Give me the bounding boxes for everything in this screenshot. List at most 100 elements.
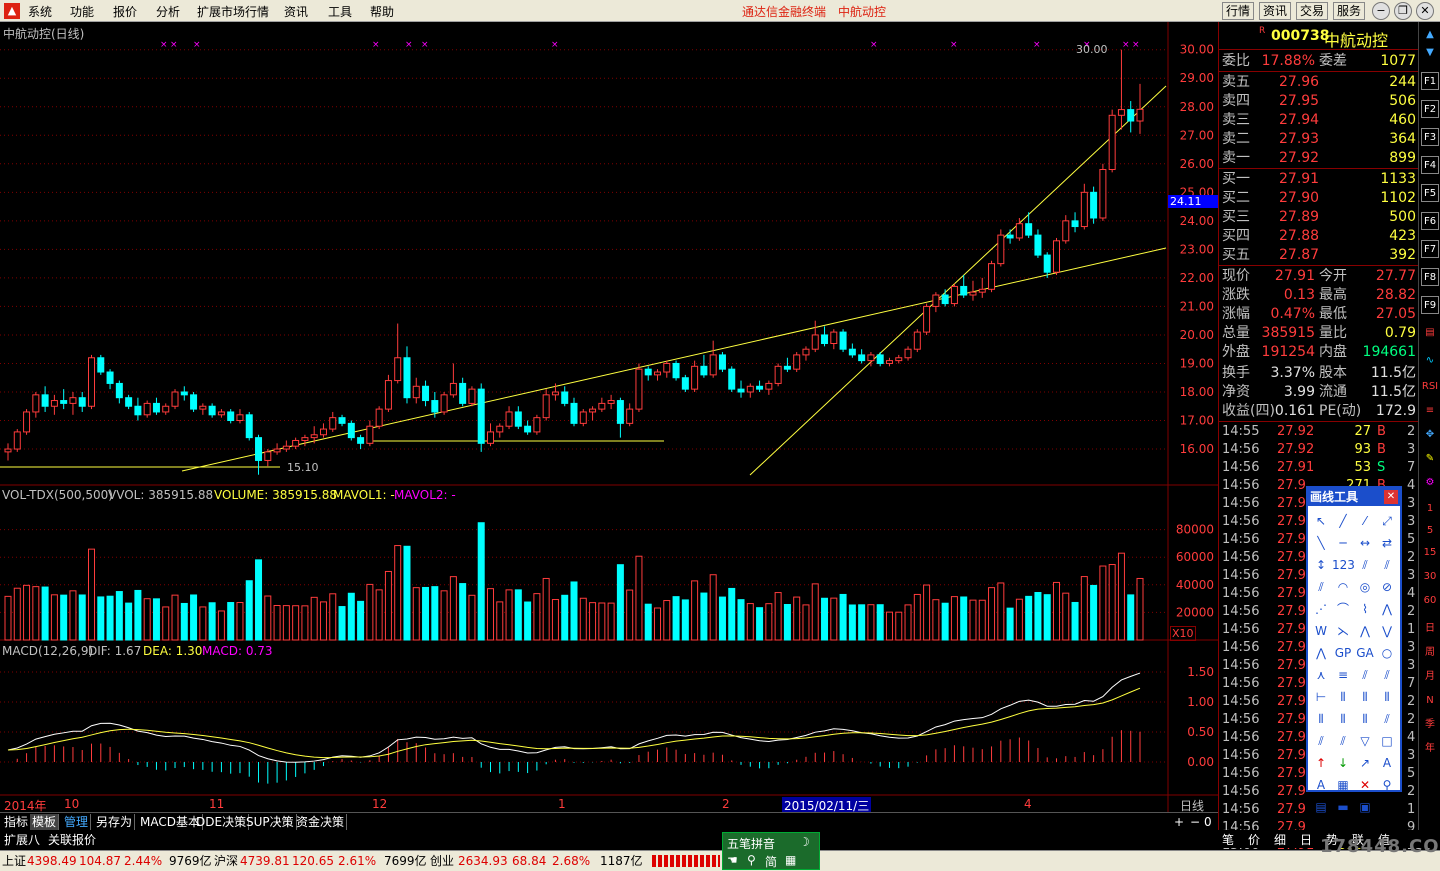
menu-tools[interactable]: 工具	[328, 3, 352, 20]
drawing-tool-icon[interactable]: ⦀	[1310, 708, 1332, 730]
drawing-tool-icon[interactable]: ⫽	[1332, 730, 1354, 752]
menu-analysis[interactable]: 分析	[156, 3, 180, 20]
drawing-tool-icon[interactable]: ⋏	[1310, 664, 1332, 686]
lines-icon[interactable]: ≡	[1421, 402, 1439, 420]
drawing-tool-icon[interactable]: 123	[1332, 554, 1355, 576]
zoom-out-icon[interactable]: −	[1188, 814, 1202, 830]
kline-chart-panel[interactable]: 30.00 29.00 28.00 27.00 26.00 25.00 24.00 23.00…	[0, 22, 1218, 814]
drawing-tool-icon[interactable]: ↔	[1354, 532, 1376, 554]
drawing-tool-icon[interactable]: GP	[1332, 642, 1354, 664]
menu-quote[interactable]: 报价	[113, 3, 137, 20]
drawing-tool-icon[interactable]: ⫽	[1376, 554, 1398, 576]
zoom-in-icon[interactable]: +	[1172, 814, 1186, 830]
menu-news[interactable]: 资讯	[284, 3, 308, 20]
drawing-tool-icon[interactable]: ⇄	[1376, 532, 1398, 554]
drawing-tool-icon[interactable]: ─	[1332, 532, 1354, 554]
tab-fund[interactable]: 资金决策	[294, 814, 348, 830]
drawing-tool-icon[interactable]: GA	[1354, 642, 1376, 664]
drawing-tool-icon[interactable]: ↓	[1332, 752, 1354, 774]
arrow-down-icon[interactable]: ▼	[1421, 44, 1439, 62]
drawing-tool-icon[interactable]: W	[1310, 620, 1332, 642]
menu-extended-market[interactable]: 扩展市场行情	[197, 3, 269, 20]
rsi-icon[interactable]: RSI	[1421, 378, 1439, 396]
drawing-tool-icon[interactable]: ⋀	[1376, 598, 1398, 620]
drawing-tool-icon[interactable]: ▤	[1310, 796, 1332, 818]
drawing-tool-icon[interactable]: ⚲	[1376, 774, 1398, 796]
moon-icon[interactable]: ☽	[799, 835, 810, 849]
drawing-tool-icon[interactable]: ⦀	[1332, 708, 1354, 730]
period-30-icon[interactable]: 30	[1421, 568, 1439, 586]
service-tab-button[interactable]: 服务	[1333, 2, 1366, 20]
wave-icon[interactable]: ∿	[1421, 352, 1439, 370]
period-1-icon[interactable]: 1	[1421, 500, 1439, 518]
f2-icon[interactable]: F2	[1421, 100, 1439, 118]
drawing-tool-icon[interactable]: ↑	[1310, 752, 1332, 774]
ime-mode[interactable]: 简	[765, 853, 777, 870]
drawing-tool-icon[interactable]: ⋁	[1376, 620, 1398, 642]
drawing-tool-icon[interactable]: ↗	[1354, 752, 1376, 774]
search-icon[interactable]: ⚲	[747, 853, 756, 867]
period-15-icon[interactable]: 15	[1421, 544, 1439, 562]
drawing-tool-icon[interactable]: ◎	[1354, 576, 1376, 598]
ime-title[interactable]: 五笔拼音	[727, 835, 775, 852]
drawing-tool-icon[interactable]: ⋀	[1310, 642, 1332, 664]
tab-price[interactable]: 价	[1248, 831, 1260, 848]
quote-tab-button[interactable]: 行情	[1222, 2, 1255, 20]
f8-icon[interactable]: F8	[1421, 268, 1439, 286]
drawing-tool-icon[interactable]: ⫽	[1376, 664, 1398, 686]
drawing-tool-icon[interactable]: ⋀	[1354, 620, 1376, 642]
f5-icon[interactable]: F5	[1421, 184, 1439, 202]
menu-help[interactable]: 帮助	[370, 3, 394, 20]
period-year-icon[interactable]: 年	[1421, 740, 1439, 758]
f6-icon[interactable]: F6	[1421, 212, 1439, 230]
drawing-tool-icon[interactable]: ⫽	[1310, 576, 1332, 598]
drawing-tool-icon[interactable]: ⦀	[1354, 708, 1376, 730]
drawing-tool-icon[interactable]: ⊘	[1376, 576, 1398, 598]
drawing-tool-icon[interactable]: ⋋	[1332, 620, 1354, 642]
ime-toolbar[interactable]: 五笔拼音 ☽ ☚ ⚲ 简 ▦	[722, 832, 820, 870]
drawing-tool-panel[interactable]: 画线工具 ✕ ↖ ╱ ⁄ ⤢ ╲ ─ ↔ ⇄ ↕ 123 ⫽ ⫽ ⫽ ◠ ◎ ⊘ ⋰ ⌒ ⌇ ⋀ W ⋋ ⋀ ⋁ ⋀ GP GA ○ ⋏…	[1306, 486, 1402, 814]
period-season-icon[interactable]: 季	[1421, 716, 1439, 734]
chart-icon[interactable]: ▤	[1421, 324, 1439, 342]
drawing-tool-icon[interactable]: ≡	[1332, 664, 1354, 686]
drawing-tool-icon[interactable]: ⫽	[1310, 730, 1332, 752]
drawing-tool-icon[interactable]: ▬	[1332, 796, 1354, 818]
drawing-tool-icon[interactable]: ○	[1376, 642, 1398, 664]
tab-dde[interactable]: DDE决策	[194, 814, 250, 830]
tab-sup[interactable]: SUP决策	[244, 814, 297, 830]
drawing-tool-icon[interactable]: ↕	[1310, 554, 1332, 576]
drawing-tool-icon[interactable]: ⌇	[1354, 598, 1376, 620]
zoom-reset-icon[interactable]: 0	[1202, 814, 1214, 830]
tab-manage[interactable]: 管理	[62, 814, 92, 830]
drawing-tool-icon[interactable]	[1376, 796, 1398, 818]
f9-icon[interactable]: F9	[1421, 296, 1439, 314]
period-60-icon[interactable]: 60	[1421, 592, 1439, 610]
drawing-tool-icon[interactable]: ✕	[1354, 774, 1376, 796]
f7-icon[interactable]: F7	[1421, 240, 1439, 258]
close-icon[interactable]: ✕	[1384, 490, 1398, 504]
period-month-icon[interactable]: 月	[1421, 668, 1439, 686]
drawing-tool-icon[interactable]: ⦀	[1332, 686, 1354, 708]
tab-save-as[interactable]: 另存为	[94, 814, 136, 830]
keyboard-icon[interactable]: ▦	[785, 853, 796, 867]
menu-system[interactable]: 系统	[28, 3, 52, 20]
hand-icon[interactable]: ☚	[727, 853, 738, 867]
drawing-tool-icon[interactable]: ⁄	[1354, 510, 1376, 532]
f3-icon[interactable]: F3	[1421, 128, 1439, 146]
tab-extended-eight[interactable]: 扩展八	[4, 831, 40, 848]
tab-related-quote[interactable]: 关联报价	[48, 831, 96, 848]
arrow-up-icon[interactable]: ▲	[1421, 26, 1439, 44]
drawing-tool-icon[interactable]: ⦀	[1376, 686, 1398, 708]
drawing-tool-icon[interactable]: ▣	[1354, 796, 1376, 818]
drawing-tool-icon[interactable]: ⫽	[1354, 554, 1376, 576]
drawing-tool-icon[interactable]: □	[1376, 730, 1398, 752]
tab-indicator[interactable]: 指标	[2, 814, 32, 830]
drawing-tool-icon[interactable]: ⫽	[1354, 664, 1376, 686]
drawing-tool-icon[interactable]: ╱	[1332, 510, 1354, 532]
drawing-tool-icon[interactable]: ⤢	[1376, 510, 1398, 532]
tools-icon[interactable]: ⚙	[1421, 474, 1439, 492]
drawing-tool-icon[interactable]: ⋰	[1310, 598, 1332, 620]
tab-tick[interactable]: 笔	[1222, 831, 1234, 848]
drawing-tool-icon[interactable]: A	[1310, 774, 1332, 796]
tab-detail[interactable]: 细	[1274, 831, 1286, 848]
